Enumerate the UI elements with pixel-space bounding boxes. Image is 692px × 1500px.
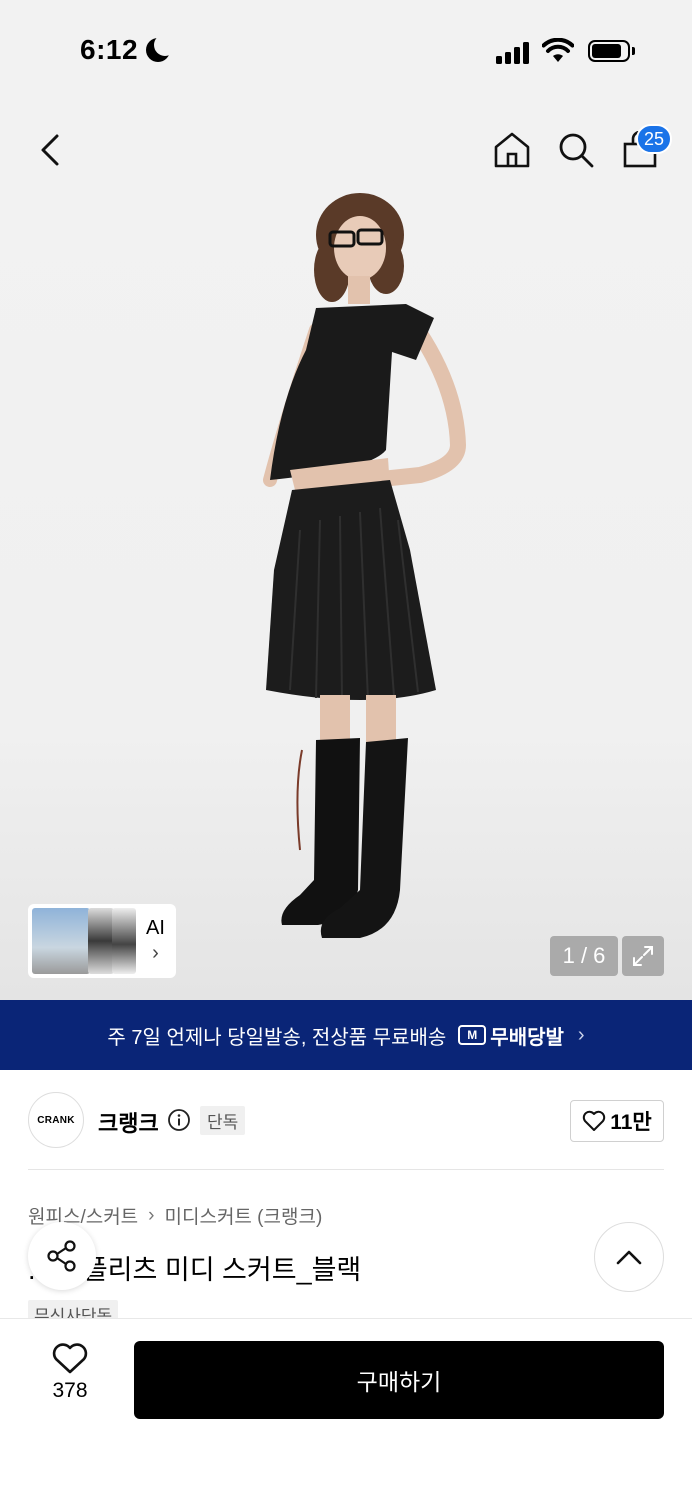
chevron-left-icon xyxy=(41,134,59,166)
search-button[interactable] xyxy=(554,128,598,172)
image-pager: 1 / 6 xyxy=(550,936,618,976)
product-image-gallery[interactable]: 25 AI › 1 / 6 xyxy=(0,100,692,1000)
banner-text: 주 7일 언제나 당일발송, 전상품 무료배송 xyxy=(107,1026,447,1049)
exclusive-tag: 단독 xyxy=(200,1106,246,1135)
expand-button[interactable] xyxy=(622,936,664,976)
bottom-action-bar: 378 구매하기 xyxy=(0,1318,692,1500)
buy-button[interactable]: 구매하기 xyxy=(134,1341,664,1419)
info-icon[interactable] xyxy=(167,1108,191,1132)
free-delivery-logo-text: 무배당발 xyxy=(490,1026,564,1049)
ai-thumbnail xyxy=(32,908,90,974)
wishlist-button[interactable]: 378 xyxy=(40,1343,100,1403)
scroll-top-button[interactable] xyxy=(594,1222,664,1292)
brand-like-button[interactable]: 11만 xyxy=(570,1100,664,1142)
brand-row: CRANK 크랭크 단독 11만 xyxy=(0,1070,692,1170)
product-photo xyxy=(263,193,467,938)
delivery-banner[interactable]: 주 7일 언제나 당일발송, 전상품 무료배송 M 무배당발 › xyxy=(0,1000,692,1070)
brand-like-count: 11만 xyxy=(610,1111,652,1134)
ai-thumbnail xyxy=(88,908,114,974)
cart-count-badge: 25 xyxy=(636,124,673,154)
home-icon xyxy=(494,132,530,168)
chevron-up-icon xyxy=(616,1250,642,1265)
heart-icon xyxy=(52,1343,88,1374)
brand-logo[interactable]: CRANK xyxy=(28,1092,84,1148)
heart-icon xyxy=(583,1110,606,1131)
share-button[interactable] xyxy=(28,1222,96,1290)
expand-icon xyxy=(633,946,653,966)
chevron-right-icon: › xyxy=(148,1204,155,1226)
brand-name[interactable]: 크랭크 xyxy=(98,1106,159,1138)
cellular-signal-icon xyxy=(496,40,532,64)
ai-label-group: AI › xyxy=(146,917,165,965)
divider xyxy=(28,1169,664,1170)
ai-thumbnails xyxy=(32,908,136,974)
breadcrumb-category[interactable]: 원피스/스커트 xyxy=(28,1202,138,1229)
ai-thumbnail xyxy=(112,908,136,974)
breadcrumb-subcategory[interactable]: 미디스커트 (크랭크) xyxy=(165,1202,323,1229)
delivery-truck-icon: M xyxy=(458,1025,487,1045)
home-button[interactable] xyxy=(490,128,534,172)
free-delivery-logo: M 무배당발 xyxy=(458,1021,564,1050)
chevron-right-icon: › xyxy=(152,942,159,964)
battery-icon xyxy=(588,40,635,62)
moon-icon xyxy=(146,34,176,62)
status-bar: 6:12 xyxy=(0,0,692,100)
wifi-icon xyxy=(542,38,574,62)
search-icon xyxy=(559,133,594,168)
wishlist-count: 378 xyxy=(52,1379,88,1402)
chevron-right-icon: › xyxy=(577,1023,585,1046)
ai-label: AI xyxy=(146,917,165,939)
share-icon xyxy=(47,1240,76,1272)
ai-styling-card[interactable]: AI › xyxy=(28,904,176,978)
status-time: 6:12 xyxy=(80,34,139,65)
back-button[interactable] xyxy=(30,128,70,172)
